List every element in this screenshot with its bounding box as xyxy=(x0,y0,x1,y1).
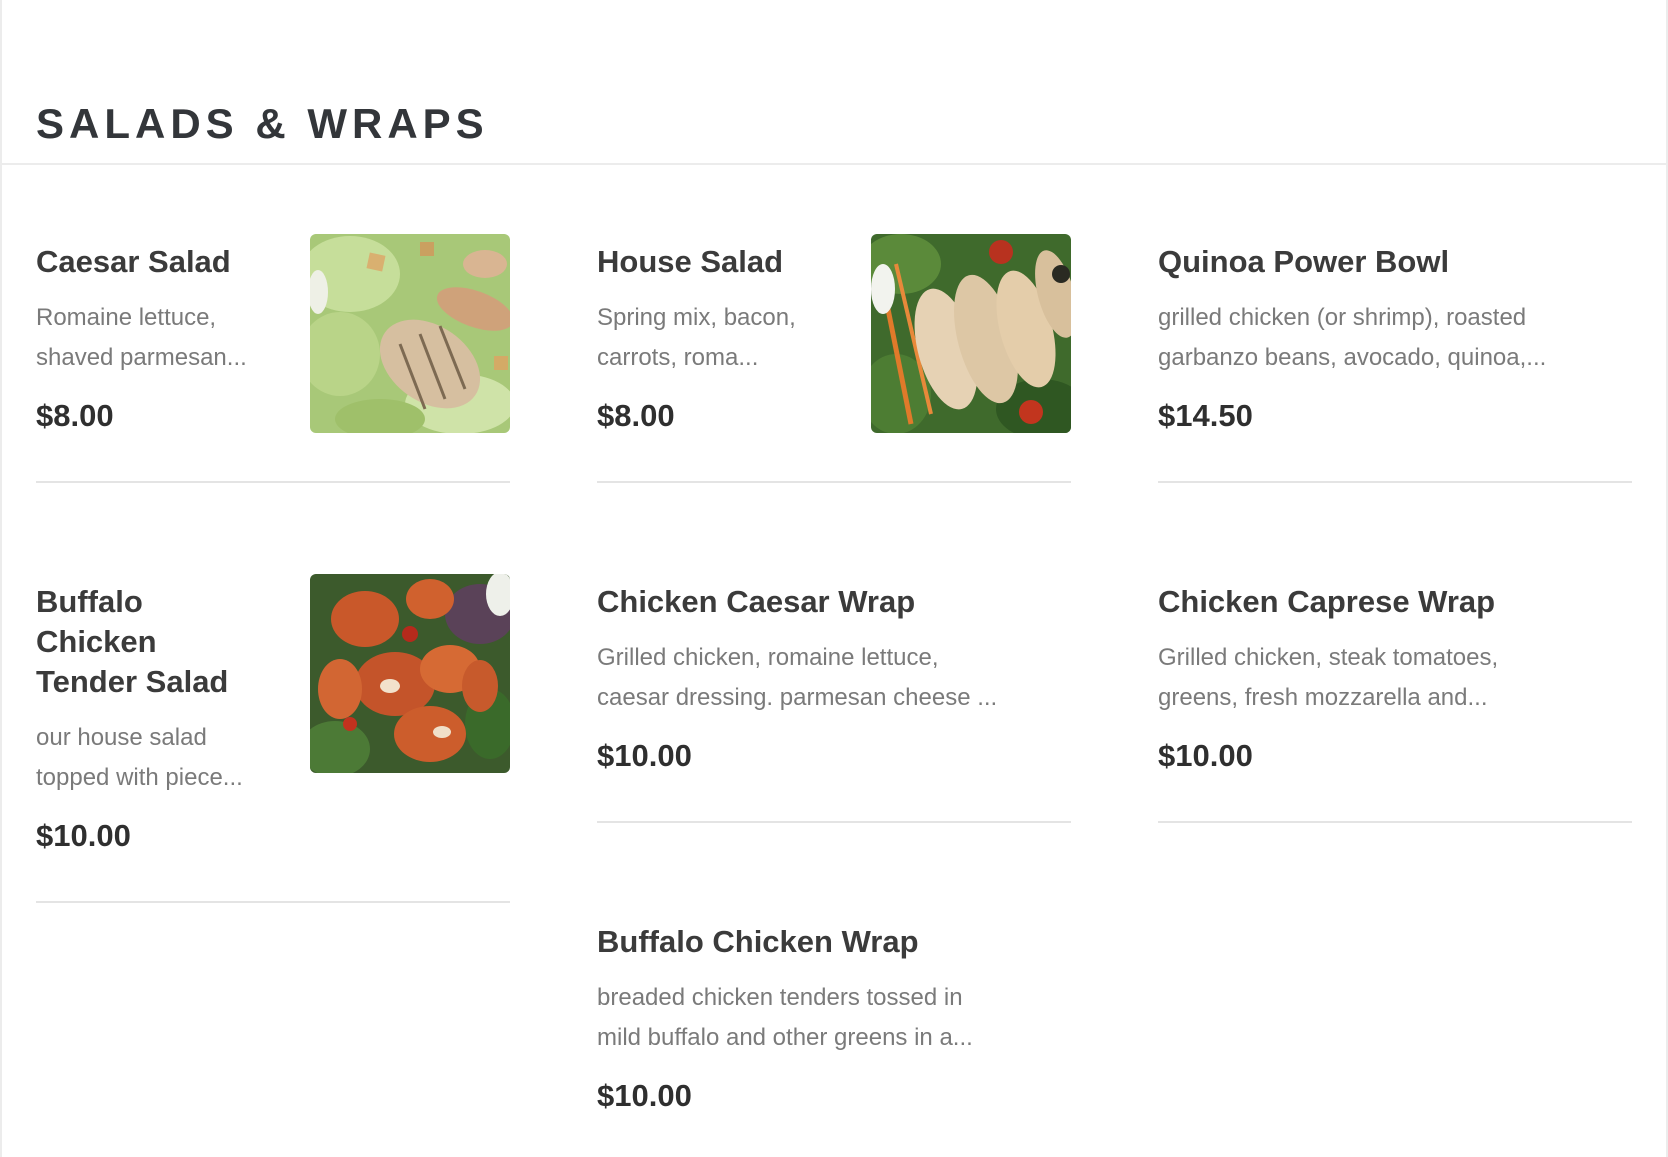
item-description-line: Grilled chicken, steak tomatoes, xyxy=(1158,644,1499,671)
menu-item-chicken-caprese-wrap[interactable]: Chicken Caprese Wrap Grilled chicken, st… xyxy=(1158,582,1632,823)
menu-item-caesar-salad[interactable]: Caesar Salad Romaine lettuce, shaved par… xyxy=(36,234,510,483)
item-description-line: breaded chicken tenders tossed in xyxy=(597,984,963,1011)
buffalo-salad-photo[interactable] xyxy=(310,574,510,773)
section-divider xyxy=(2,163,1666,165)
item-description: grilled chicken (or shrimp), roasted gar… xyxy=(1158,298,1546,378)
item-description-line: mild buffalo and other greens in a... xyxy=(597,1024,973,1051)
item-description-line: our house salad xyxy=(36,724,207,751)
item-name: Chicken Caesar Wrap xyxy=(597,584,916,619)
item-name: Quinoa Power Bowl xyxy=(1158,244,1450,279)
item-description-line: caesar dressing. parmesan cheese ... xyxy=(597,684,998,711)
item-name-line: Buffalo xyxy=(36,584,143,619)
item-description: Grilled chicken, steak tomatoes, greens,… xyxy=(1158,638,1498,718)
item-name: Buffalo Chicken Wrap xyxy=(597,924,919,959)
menu-item-buffalo-chicken-tender-salad[interactable]: Buffalo Chicken Tender Salad our house s… xyxy=(36,574,510,903)
item-divider xyxy=(1158,481,1632,483)
item-description-line: shaved parmesan... xyxy=(36,344,247,371)
item-price: $10.00 xyxy=(36,818,131,853)
item-description: Spring mix, bacon, carrots, roma... xyxy=(597,298,796,378)
house-salad-photo[interactable] xyxy=(871,234,1071,433)
item-name: House Salad xyxy=(597,244,784,279)
caesar-salad-photo[interactable] xyxy=(310,234,510,433)
item-name: Buffalo Chicken Tender Salad xyxy=(36,582,228,702)
item-name: Chicken Caprese Wrap xyxy=(1158,584,1496,619)
item-price: $8.00 xyxy=(597,398,675,433)
menu-item-chicken-caesar-wrap[interactable]: Chicken Caesar Wrap Grilled chicken, rom… xyxy=(597,582,1071,823)
item-price: $10.00 xyxy=(597,738,692,773)
item-price: $8.00 xyxy=(36,398,114,433)
menu-item-quinoa-power-bowl[interactable]: Quinoa Power Bowl grilled chicken (or sh… xyxy=(1158,242,1632,483)
item-price: $10.00 xyxy=(597,1078,692,1113)
page-border-left xyxy=(0,0,2,1157)
item-divider xyxy=(36,481,510,483)
item-description-line: Grilled chicken, romaine lettuce, xyxy=(597,644,939,671)
item-description: Grilled chicken, romaine lettuce, caesar… xyxy=(597,638,997,718)
item-description-line: Spring mix, bacon, xyxy=(597,304,796,331)
item-name-line: Tender Salad xyxy=(36,664,229,699)
item-divider xyxy=(36,901,510,903)
section-title: SALADS & WRAPS xyxy=(36,100,489,147)
item-description-line: greens, fresh mozzarella and... xyxy=(1158,684,1488,711)
item-description-line: garbanzo beans, avocado, quinoa,... xyxy=(1158,344,1547,371)
item-price: $14.50 xyxy=(1158,398,1253,433)
item-divider xyxy=(1158,821,1632,823)
item-name: Caesar Salad xyxy=(36,244,231,279)
menu-item-buffalo-chicken-wrap[interactable]: Buffalo Chicken Wrap breaded chicken ten… xyxy=(597,922,1071,1122)
item-divider xyxy=(597,821,1071,823)
item-description-line: topped with piece... xyxy=(36,764,243,791)
item-description-line: Romaine lettuce, xyxy=(36,304,217,331)
item-description-line: carrots, roma... xyxy=(597,344,759,371)
item-description: our house salad topped with piece... xyxy=(36,718,243,798)
item-name-line: Chicken xyxy=(36,624,157,659)
item-description-line: grilled chicken (or shrimp), roasted xyxy=(1158,304,1527,331)
item-description: breaded chicken tenders tossed in mild b… xyxy=(597,978,973,1058)
item-description: Romaine lettuce, shaved parmesan... xyxy=(36,298,247,378)
item-price: $10.00 xyxy=(1158,738,1253,773)
item-divider xyxy=(597,481,1071,483)
menu-item-house-salad[interactable]: House Salad Spring mix, bacon, carrots, … xyxy=(597,234,1071,483)
